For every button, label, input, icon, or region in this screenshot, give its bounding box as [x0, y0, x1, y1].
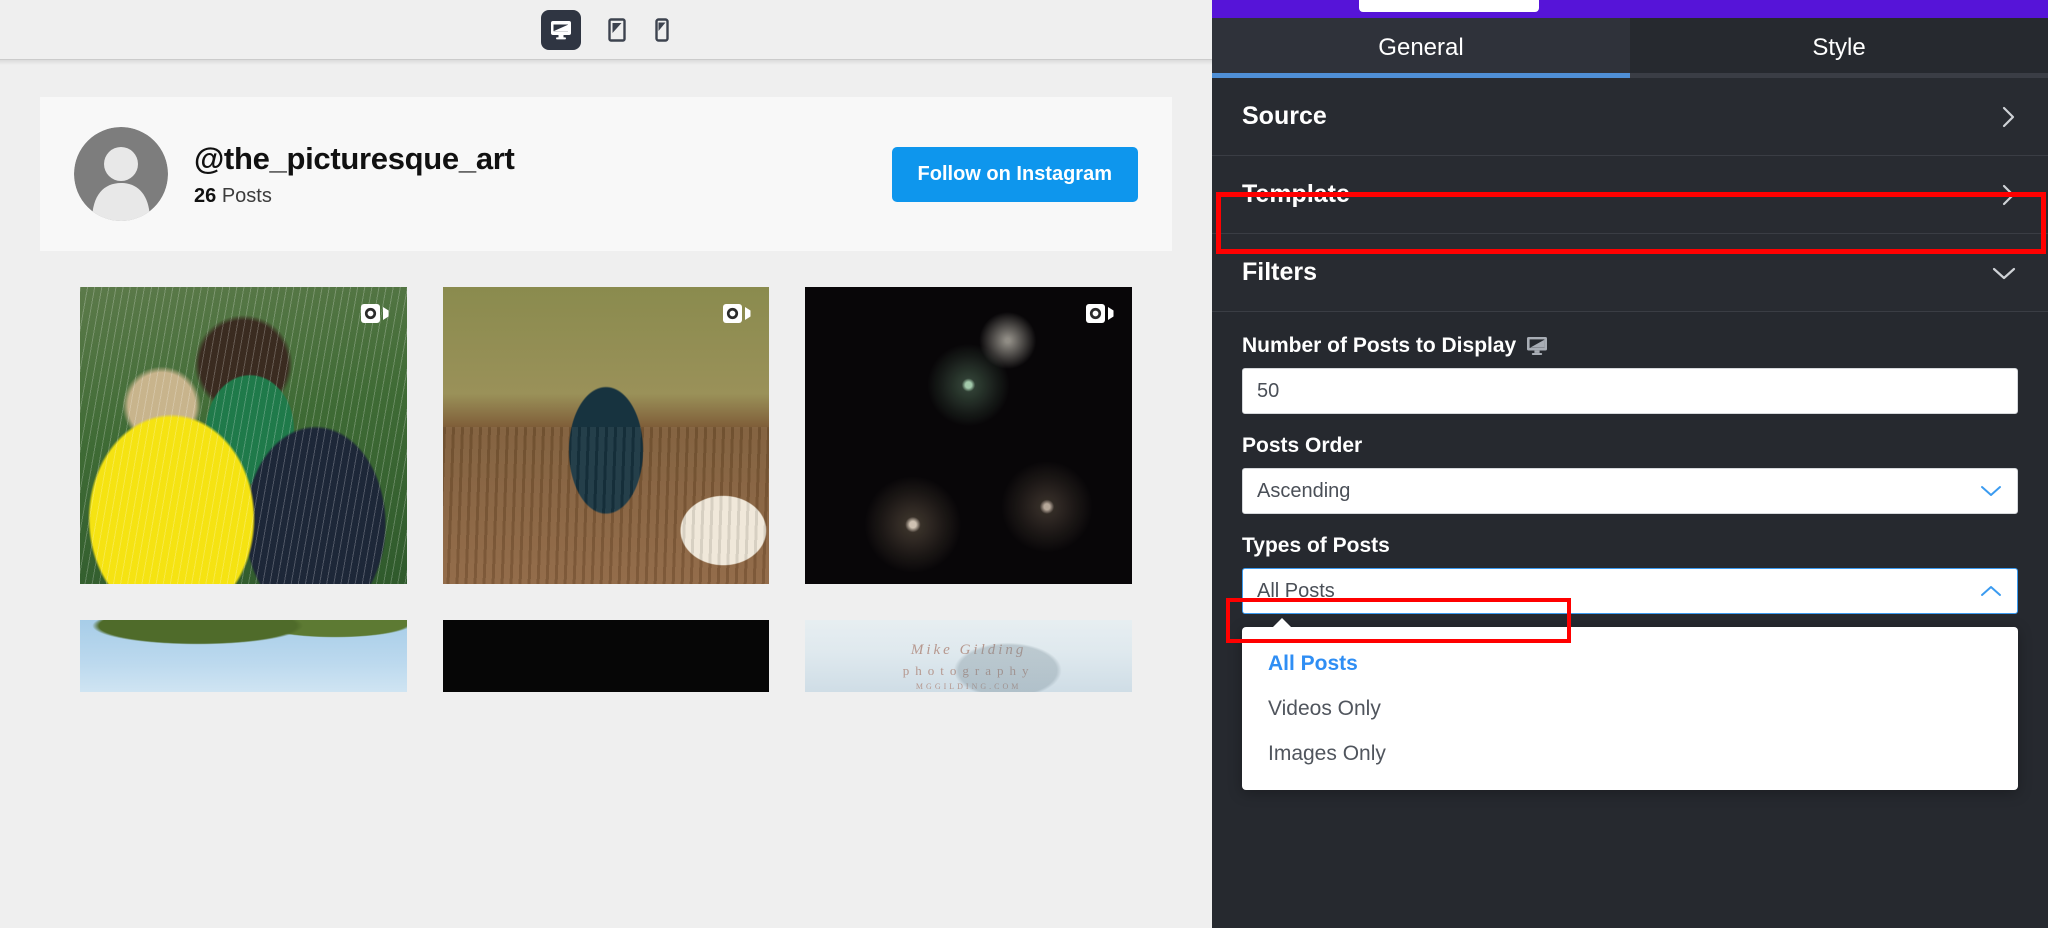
device-tablet-button[interactable]	[605, 17, 629, 43]
watermark-line-1: Mike Gilding	[910, 641, 1027, 658]
chevron-right-icon	[2002, 184, 2015, 205]
responsive-device-toolbar	[0, 0, 1212, 65]
sidebar-top-purple-bar	[1212, 0, 2048, 18]
field-types-of-posts: Types of Posts All Posts All Posts Video…	[1242, 534, 2018, 790]
types-of-posts-label: Types of Posts	[1242, 534, 1390, 557]
responsive-desktop-monitor-icon[interactable]	[1526, 336, 1548, 356]
types-of-posts-select[interactable]: All Posts	[1242, 568, 2018, 614]
post-thumbnail-image	[442, 620, 770, 693]
types-of-posts-value: All Posts	[1257, 579, 1335, 602]
chevron-down-icon	[1992, 267, 2016, 279]
section-source-label: Source	[1242, 102, 1327, 130]
post-tile[interactable]: Mike Gilding photography MGGILDING.COM	[805, 620, 1132, 693]
dropdown-option-label: All Posts	[1268, 651, 1358, 675]
number-of-posts-label: Number of Posts to Display	[1242, 334, 1517, 357]
post-thumbnail-image	[805, 287, 1132, 585]
video-camera-icon	[723, 304, 751, 323]
default-user-avatar-icon	[74, 127, 168, 221]
instagram-post-grid: Mike Gilding photography MGGILDING.COM	[80, 287, 1132, 693]
sidebar-tabs: General Style	[1212, 18, 2048, 78]
watermark-line-3: MGGILDING.COM	[915, 681, 1022, 691]
number-of-posts-label-row: Number of Posts to Display	[1242, 334, 2018, 358]
widget-preview-canvas: @the_picturesque_art 26 Posts Follow on …	[0, 61, 1212, 928]
chevron-down-icon	[1981, 486, 2001, 496]
tab-style[interactable]: Style	[1630, 18, 2048, 78]
field-posts-order: Posts Order Ascending	[1242, 434, 2018, 514]
watermark-line-2: photography	[902, 663, 1035, 679]
post-thumbnail-image	[80, 287, 407, 585]
dropdown-option-images-only[interactable]: Images Only	[1242, 731, 2018, 776]
post-tile[interactable]	[80, 620, 407, 693]
sidebar-top-action-button[interactable]	[1359, 0, 1539, 12]
number-of-posts-input[interactable]	[1242, 368, 2018, 414]
posts-number: 26	[194, 185, 217, 208]
section-filters[interactable]: Filters	[1212, 234, 2048, 312]
desktop-monitor-icon	[551, 20, 571, 39]
posts-order-value: Ascending	[1257, 479, 1351, 502]
profile-meta: @the_picturesque_art 26 Posts	[194, 140, 892, 208]
photo-watermark: Mike Gilding photography MGGILDING.COM	[903, 639, 1035, 692]
dropdown-option-videos-only[interactable]: Videos Only	[1242, 686, 2018, 731]
follow-on-instagram-button[interactable]: Follow on Instagram	[891, 146, 1138, 202]
mobile-phone-icon	[655, 17, 669, 42]
section-filters-label: Filters	[1242, 258, 1318, 286]
video-camera-icon	[1085, 304, 1114, 323]
posts-order-label: Posts Order	[1242, 434, 1363, 457]
posts-word: Posts	[221, 185, 272, 208]
chevron-up-icon	[1981, 586, 2001, 596]
desktop-monitor-icon	[1527, 337, 1548, 355]
filters-panel: Number of Posts to Display Posts Ord	[1212, 312, 2048, 790]
tab-general-label: General	[1378, 34, 1464, 61]
dropdown-option-label: Images Only	[1268, 741, 1386, 765]
types-of-posts-dropdown: All Posts Videos Only Images Only	[1242, 618, 2018, 790]
tablet-icon	[608, 17, 626, 42]
profile-handle: @the_picturesque_art	[194, 140, 515, 176]
section-template[interactable]: Template	[1212, 156, 2048, 234]
posts-order-select[interactable]: Ascending	[1242, 468, 2018, 514]
post-thumbnail-image	[80, 620, 407, 693]
post-tile[interactable]	[442, 620, 770, 693]
instagram-feed-widget: @the_picturesque_art 26 Posts Follow on …	[40, 97, 1172, 693]
tab-general[interactable]: General	[1212, 18, 1630, 78]
editor-settings-sidebar: General Style Source Template Filters Nu…	[1212, 0, 2048, 928]
video-camera-icon	[360, 304, 389, 323]
post-tile[interactable]	[805, 287, 1132, 585]
section-template-label: Template	[1242, 180, 1350, 208]
dropdown-option-label: Videos Only	[1268, 696, 1381, 720]
device-mobile-button[interactable]	[653, 17, 671, 43]
chevron-right-icon	[2002, 106, 2015, 127]
tab-style-label: Style	[1812, 34, 1866, 61]
elementor-editor-screen: @the_picturesque_art 26 Posts Follow on …	[0, 0, 2048, 928]
post-thumbnail-image	[442, 287, 770, 585]
field-number-of-posts: Number of Posts to Display	[1242, 334, 2018, 414]
section-source[interactable]: Source	[1212, 78, 2048, 156]
post-tile[interactable]	[80, 287, 407, 585]
device-desktop-button[interactable]	[541, 9, 581, 50]
avatar	[74, 127, 168, 221]
profile-posts-count: 26 Posts	[194, 185, 892, 208]
post-tile[interactable]	[442, 287, 770, 585]
dropdown-option-all-posts[interactable]: All Posts	[1242, 641, 2018, 686]
post-thumbnail-image: Mike Gilding photography MGGILDING.COM	[805, 620, 1132, 693]
instagram-profile-header: @the_picturesque_art 26 Posts Follow on …	[40, 97, 1172, 251]
preview-canvas-area: @the_picturesque_art 26 Posts Follow on …	[0, 0, 1212, 928]
